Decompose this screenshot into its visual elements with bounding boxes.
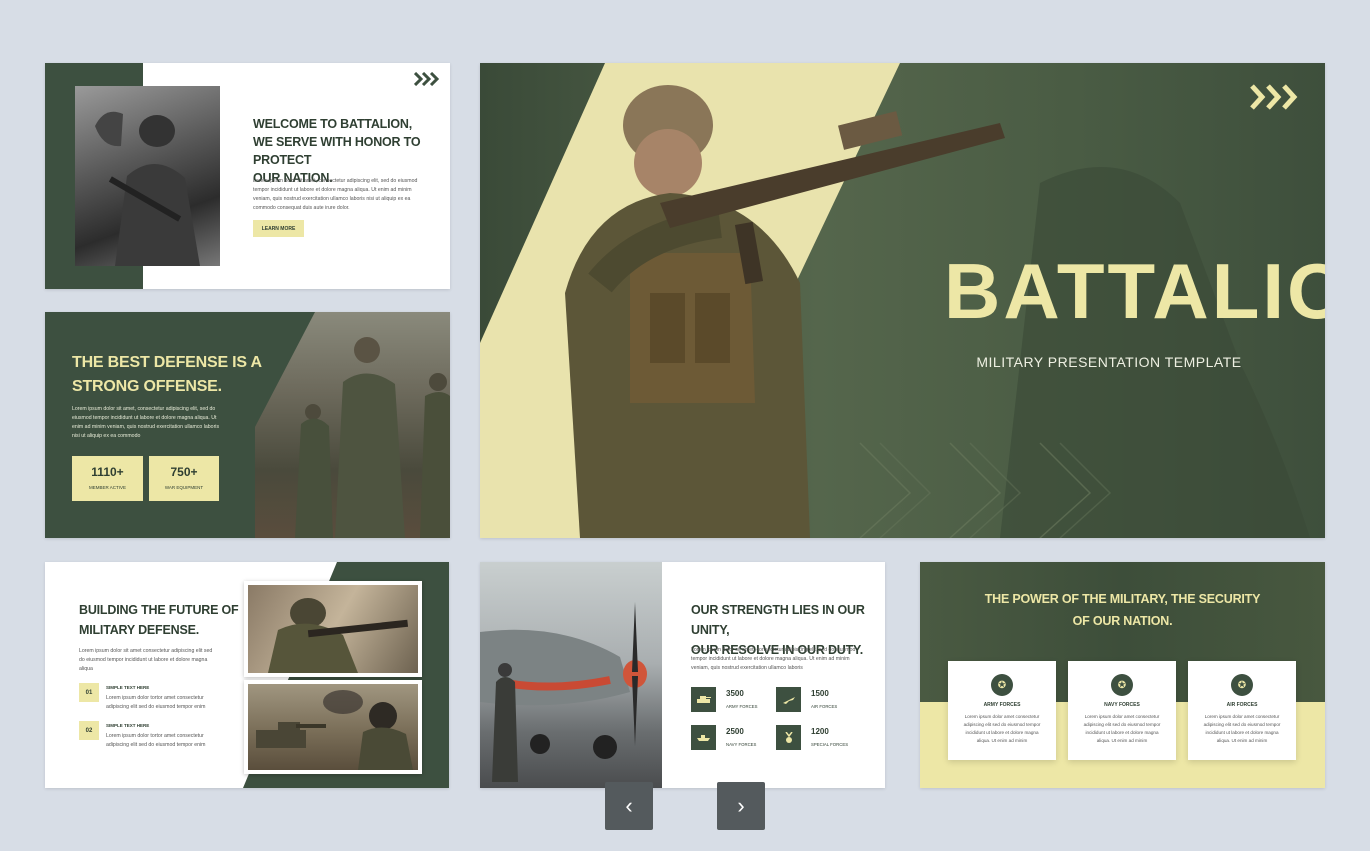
future-heading: BUILDING THE FUTURE OF MILITARY DEFENSE. — [79, 603, 239, 637]
stat-navy: 2500 NAVY FORCES — [691, 725, 756, 750]
jet-icon — [776, 687, 801, 712]
item-number-badge: 01 — [79, 683, 99, 702]
power-heading: THE POWER OF THE MILITARY, THE SECURITY … — [984, 592, 1261, 628]
stat-air: 1500 AIR FORCES — [776, 687, 837, 712]
strength-body: Lorem ipsum dolor sit amet, consectetur … — [691, 647, 856, 671]
chevron-right-icon: › — [737, 793, 745, 818]
previous-button[interactable]: ‹ — [605, 782, 653, 830]
medal-icon: ✪ — [991, 674, 1013, 696]
slide-welcome[interactable]: WELCOME TO BATTALION, WE SERVE WITH HONO… — [45, 63, 450, 289]
next-button[interactable]: › — [717, 782, 765, 830]
card-army: ✪ ARMY FORCES Lorem ipsum dolor amet con… — [948, 661, 1056, 760]
tank-icon — [691, 687, 716, 712]
future-body: Lorem ipsum dolor sit amet consectetur a… — [79, 648, 213, 672]
troops-photo — [255, 312, 450, 538]
soldier-bw-photo — [75, 86, 220, 266]
aircraft-photo — [480, 562, 662, 788]
stat-special: 1200 SPECIAL FORCES — [776, 725, 848, 750]
card-air: ✪ AIR FORCES Lorem ipsum dolor amet cons… — [1188, 661, 1296, 760]
chevron-left-icon: ‹ — [625, 793, 633, 818]
chevron-icon — [414, 72, 440, 86]
medal-icon: ✪ — [1111, 674, 1133, 696]
defense-body: Lorem ipsum dolor sit amet, consectetur … — [72, 406, 220, 439]
rifle-soldier-photo — [244, 581, 422, 677]
card-navy: ✪ NAVY FORCES Lorem ipsum dolor amet con… — [1068, 661, 1176, 760]
slide-hero[interactable]: BATTALION MILITARY PRESENTATION TEMPLATE — [480, 63, 1325, 538]
slide-strength[interactable]: OUR STRENGTH LIES IN OUR UNITY, OUR RESO… — [480, 562, 885, 788]
defense-heading: THE BEST DEFENSE IS A STRONG OFFENSE. — [72, 354, 262, 395]
hero-chevron-icon — [1250, 84, 1300, 110]
hero-title: BATTALION — [944, 247, 1325, 335]
medal-icon — [776, 725, 801, 750]
stat-army: 3500 ARMY FORCES — [691, 687, 757, 712]
learn-more-button[interactable]: LEARN MORE — [253, 220, 304, 237]
hero-subtitle: MILITARY PRESENTATION TEMPLATE — [976, 354, 1242, 370]
stat-equipment: 750+ WAR EQUIPMENT — [149, 456, 219, 501]
tank-battle-photo — [244, 680, 422, 774]
medal-icon: ✪ — [1231, 674, 1253, 696]
item-number-badge: 02 — [79, 721, 99, 740]
stat-members: 1110+ MEMBER ACTIVE — [72, 456, 143, 501]
ship-icon — [691, 725, 716, 750]
slide-power[interactable]: THE POWER OF THE MILITARY, THE SECURITY … — [920, 562, 1325, 788]
slide-future[interactable]: BUILDING THE FUTURE OF MILITARY DEFENSE.… — [45, 562, 449, 788]
slide-defense[interactable]: THE BEST DEFENSE IS A STRONG OFFENSE. Lo… — [45, 312, 450, 538]
welcome-body: Lorem ipsum dolor sit amet, consectetur … — [253, 178, 418, 211]
